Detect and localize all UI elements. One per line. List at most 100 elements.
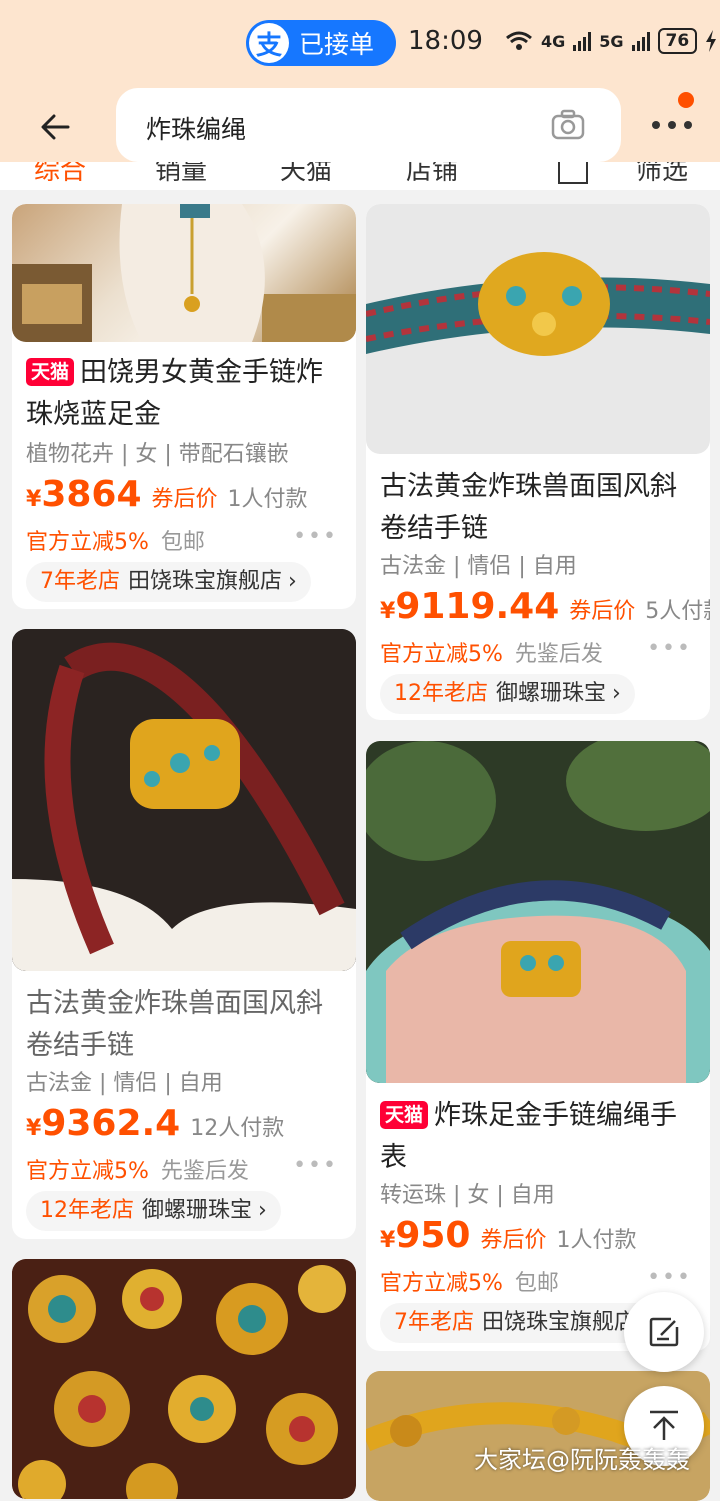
battery-level: 76 [657, 28, 698, 54]
clock: 18:09 [408, 26, 483, 56]
watermark: 大家坛@阮阮轰轰轰 [474, 1446, 690, 1474]
shop-age: 12年老店 [394, 681, 488, 706]
promo-row: 官方立减5% 先鉴后发 [26, 1153, 249, 1185]
chevron-right-icon: › [258, 1198, 267, 1223]
product-card[interactable]: 天猫 炸珠足金手链编绳手表 转运珠 | 女 | 自用 ¥ 950 券后价 1人付款… [366, 741, 710, 1351]
price-row: ¥ 9119.44 券后价 5人付款 [380, 586, 710, 627]
edit-icon [649, 1317, 679, 1347]
tab-tmall[interactable]: 天猫 [280, 162, 332, 187]
chevron-right-icon: › [612, 681, 621, 706]
currency-symbol: ¥ [380, 599, 396, 624]
bracelet-photo [366, 741, 710, 1083]
authenticity-label: 先鉴后发 [514, 642, 603, 667]
product-image[interactable] [366, 741, 710, 1083]
tmall-badge: 天猫 [26, 358, 75, 386]
alipay-label: 已接单 [299, 30, 375, 59]
layout-toggle-icon[interactable] [558, 162, 588, 184]
product-card[interactable] [12, 1259, 356, 1499]
shop-link[interactable]: 12年老店 御螺珊珠宝 › [26, 1191, 281, 1231]
tab-shop[interactable]: 店铺 [406, 162, 458, 187]
product-tags: 植物花卉 | 女 | 带配石镶嵌 [26, 442, 289, 467]
coupon-label: 券后价 [569, 599, 636, 624]
bracelet-photo [12, 204, 356, 342]
product-image[interactable] [366, 204, 710, 454]
price-row: ¥ 3864 券后价 1人付款 [26, 474, 308, 515]
product-tags: 转运珠 | 女 | 自用 [380, 1183, 555, 1208]
network-4g-label: 4G [541, 31, 566, 51]
camera-icon[interactable] [550, 108, 586, 142]
search-input[interactable]: 炸珠编绳 [116, 88, 621, 162]
notification-dot [678, 92, 694, 108]
tab-comprehensive[interactable]: 综合 [34, 162, 86, 187]
charging-icon [706, 30, 717, 52]
shop-name: 御螺珊珠宝 [142, 1198, 253, 1223]
product-title[interactable]: 古法黄金炸珠兽面国风斜卷结手链 [380, 466, 702, 550]
more-options-icon[interactable]: ••• [293, 524, 338, 549]
shop-link[interactable]: 7年老店田饶珠宝旗舰店› [26, 562, 311, 602]
coupon-label: 券后价 [151, 487, 218, 512]
bracelet-photo [366, 252, 710, 356]
status-icons: 4G 5G 76 [505, 28, 717, 54]
product-image[interactable] [12, 1259, 356, 1499]
shop-age: 7年老店 [40, 569, 120, 594]
tab-sales[interactable]: 销量 [155, 162, 207, 187]
product-card[interactable]: 天猫 田饶男女黄金手链炸珠烧蓝足金 植物花卉 | 女 | 带配石镶嵌 ¥ 3864… [12, 204, 356, 609]
coupon-label: 券后价 [480, 1228, 547, 1253]
shipping-label: 包邮 [514, 1271, 559, 1296]
price: 9362.4 [41, 1103, 181, 1144]
product-card[interactable]: 古法黄金炸珠兽面国风斜卷结手链 古法金 | 情侣 | 自用 ¥ 9362.4 1… [12, 629, 356, 1239]
tab-filter[interactable]: 筛选 [636, 162, 688, 187]
product-card[interactable]: 古法黄金炸珠兽面国风斜卷结手链 古法金 | 情侣 | 自用 ¥ 9119.44 … [366, 204, 710, 720]
more-options-icon[interactable]: ••• [647, 1265, 692, 1290]
alipay-icon: 支 [249, 23, 289, 63]
currency-symbol: ¥ [26, 487, 42, 512]
promo-row: 官方立减5% 先鉴后发 [380, 636, 603, 668]
product-tags: 古法金 | 情侣 | 自用 [380, 554, 577, 579]
more-icon[interactable] [648, 110, 696, 140]
product-image[interactable] [12, 204, 356, 342]
currency-symbol: ¥ [26, 1116, 42, 1141]
discount-label: 官方立减5% [26, 1159, 149, 1184]
product-title[interactable]: 天猫 炸珠足金手链编绳手表 [380, 1095, 702, 1179]
discount-label: 官方立减5% [380, 1271, 503, 1296]
currency-symbol: ¥ [380, 1228, 396, 1253]
tmall-badge: 天猫 [380, 1101, 429, 1129]
sort-bar: 综合 销量 天猫 店铺 筛选 [0, 162, 720, 190]
more-options-icon[interactable]: ••• [293, 1153, 338, 1178]
shipping-label: 包邮 [160, 530, 205, 555]
edit-button[interactable] [624, 1292, 704, 1372]
status-bar: 支 已接单 18:09 4G 5G 76 [0, 0, 720, 84]
discount-label: 官方立减5% [380, 642, 503, 667]
product-title[interactable]: 天猫 田饶男女黄金手链炸珠烧蓝足金 [26, 352, 348, 436]
shop-link[interactable]: 12年老店 御螺珊珠宝 › [380, 674, 635, 714]
shop-name: 田饶珠宝旗舰店 [128, 569, 283, 594]
alipay-order-pill[interactable]: 支 已接单 [246, 20, 396, 66]
back-arrow-icon[interactable] [36, 106, 80, 150]
signal-icon [573, 31, 592, 51]
product-tags: 古法金 | 情侣 | 自用 [26, 1071, 223, 1096]
shop-age: 7年老店 [394, 1310, 474, 1335]
shop-age: 12年老店 [40, 1198, 134, 1223]
sold-count: 1人付款 [556, 1228, 637, 1253]
sold-count: 5人付款 [645, 599, 710, 624]
product-title-text: 古法黄金炸珠兽面国风斜卷结手链 [26, 988, 323, 1061]
sold-count: 1人付款 [227, 487, 308, 512]
shop-name: 御螺珊珠宝 [496, 681, 607, 706]
chevron-right-icon: › [288, 569, 297, 594]
bracelet-photo [12, 629, 356, 971]
wifi-icon [506, 31, 532, 50]
promo-row: 官方立减5% 包邮 [26, 524, 205, 556]
price-row: ¥ 950 券后价 1人付款 [380, 1215, 636, 1256]
product-title[interactable]: 古法黄金炸珠兽面国风斜卷结手链 [26, 983, 348, 1067]
back-to-top-icon [650, 1410, 678, 1440]
price-row: ¥ 9362.4 12人付款 [26, 1103, 284, 1144]
product-title-text: 古法黄金炸珠兽面国风斜卷结手链 [380, 471, 677, 544]
shop-name: 田饶珠宝旗舰店 [482, 1310, 637, 1335]
more-options-icon[interactable]: ••• [647, 636, 692, 661]
price: 3864 [41, 474, 142, 515]
discount-label: 官方立减5% [26, 530, 149, 555]
beads-photo [12, 1259, 356, 1499]
product-image[interactable] [12, 629, 356, 971]
search-query: 炸珠编绳 [146, 115, 247, 144]
shop-link[interactable]: 7年老店田饶珠宝旗舰店› [380, 1303, 665, 1343]
